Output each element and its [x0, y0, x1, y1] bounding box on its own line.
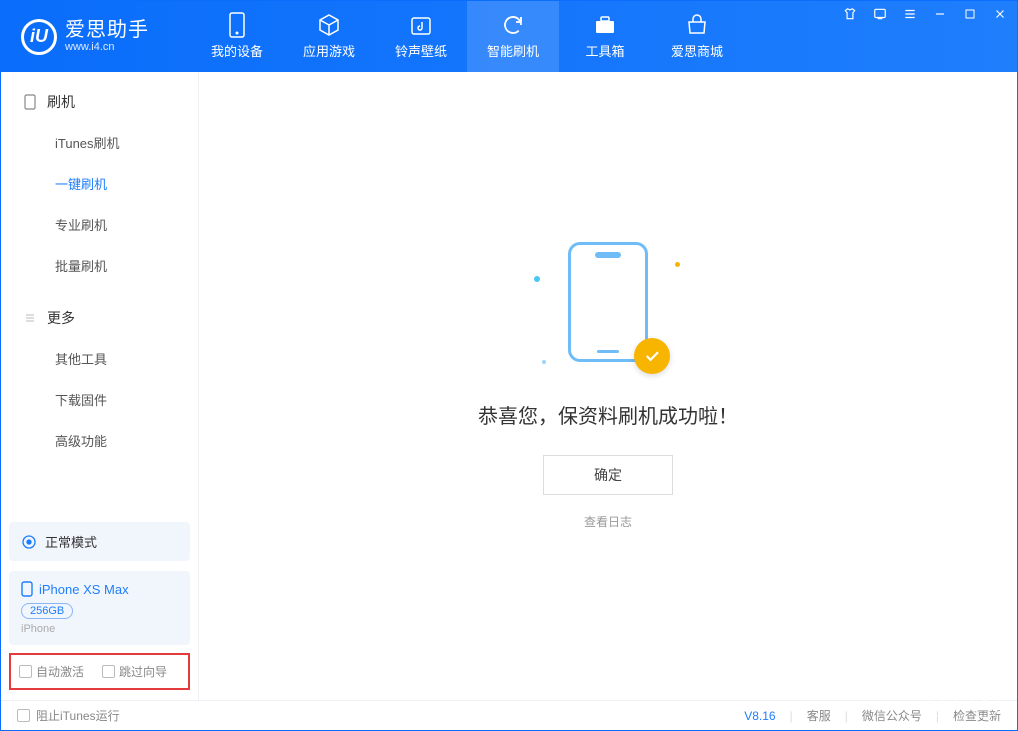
checkmark-badge-icon [634, 338, 670, 374]
maximize-button[interactable] [961, 5, 979, 23]
main-panel: 恭喜您，保资料刷机成功啦！ 确定 查看日志 [199, 72, 1017, 700]
device-name: iPhone XS Max [39, 582, 129, 597]
view-log-link[interactable]: 查看日志 [584, 513, 632, 530]
version-label: V8.16 [744, 709, 775, 723]
cube-icon [317, 13, 341, 37]
sidebar-heading-more: 更多 [1, 302, 198, 338]
heading-label: 刷机 [47, 92, 75, 112]
minimize-button[interactable] [931, 5, 949, 23]
close-button[interactable] [991, 5, 1009, 23]
flash-options-highlight: 自动激活 跳过向导 [9, 653, 190, 690]
tab-toolbox[interactable]: 工具箱 [559, 1, 651, 72]
tab-apps[interactable]: 应用游戏 [283, 1, 375, 72]
body: 刷机 iTunes刷机 一键刷机 专业刷机 批量刷机 更多 其他工具 下载固件 … [1, 72, 1017, 700]
separator: | [790, 709, 793, 723]
sidebar: 刷机 iTunes刷机 一键刷机 专业刷机 批量刷机 更多 其他工具 下载固件 … [1, 72, 199, 700]
sidebar-item-label: 其他工具 [55, 349, 107, 368]
option-label: 阻止iTunes运行 [36, 707, 120, 724]
feedback-icon[interactable] [871, 5, 889, 23]
sidebar-item-oneclick-flash[interactable]: 一键刷机 [1, 163, 198, 204]
checkbox[interactable] [102, 665, 115, 678]
block-itunes-option[interactable]: 阻止iTunes运行 [17, 707, 120, 724]
sidebar-item-label: 一键刷机 [55, 174, 107, 193]
device-status-card[interactable]: 正常模式 [9, 522, 190, 561]
ok-button[interactable]: 确定 [543, 455, 673, 495]
tab-store[interactable]: 爱思商城 [651, 1, 743, 72]
status-icon [21, 534, 37, 550]
sync-icon [501, 13, 525, 37]
tab-label: 应用游戏 [303, 41, 355, 60]
checkbox[interactable] [17, 709, 30, 722]
support-link[interactable]: 客服 [807, 707, 831, 724]
tab-ringtone[interactable]: 铃声壁纸 [375, 1, 467, 72]
device-capacity-badge: 256GB [21, 603, 73, 619]
logo-icon: iU [21, 19, 57, 55]
app-window: iU 爱思助手 www.i4.cn 我的设备 应用游戏 铃声壁纸 智能刷机 [0, 0, 1018, 731]
tab-label: 智能刷机 [487, 41, 539, 60]
device-small-icon [23, 95, 37, 109]
tab-smart-flash[interactable]: 智能刷机 [467, 1, 559, 72]
tab-label: 爱思商城 [671, 41, 723, 60]
tab-label: 工具箱 [585, 41, 624, 60]
logo-text-cn: 爱思助手 [65, 19, 149, 41]
music-folder-icon [409, 13, 433, 37]
window-controls [841, 5, 1009, 23]
sidebar-heading-flash: 刷机 [1, 86, 198, 122]
wechat-link[interactable]: 微信公众号 [862, 707, 922, 724]
toolbox-icon [593, 13, 617, 37]
logo-text-url: www.i4.cn [65, 41, 149, 53]
heading-label: 更多 [47, 308, 75, 328]
sidebar-item-label: 批量刷机 [55, 256, 107, 275]
main-tabs: 我的设备 应用游戏 铃声壁纸 智能刷机 工具箱 爱思商城 [191, 1, 743, 72]
sidebar-item-label: 高级功能 [55, 431, 107, 450]
option-label: 自动激活 [36, 663, 84, 680]
success-illustration [548, 242, 668, 372]
menu-icon[interactable] [901, 5, 919, 23]
sidebar-item-other-tools[interactable]: 其他工具 [1, 338, 198, 379]
shop-icon [685, 13, 709, 37]
device-card[interactable]: iPhone XS Max 256GB iPhone [9, 571, 190, 645]
tab-label: 我的设备 [211, 41, 263, 60]
device-phone-icon [21, 581, 33, 597]
logo: iU 爱思助手 www.i4.cn [21, 19, 191, 55]
checkbox[interactable] [19, 665, 32, 678]
sidebar-item-pro-flash[interactable]: 专业刷机 [1, 204, 198, 245]
status-label: 正常模式 [45, 532, 97, 551]
option-label: 跳过向导 [119, 663, 167, 680]
sidebar-item-label: iTunes刷机 [55, 133, 120, 152]
list-icon [23, 311, 37, 325]
device-type: iPhone [21, 623, 178, 635]
footer: 阻止iTunes运行 V8.16 | 客服 | 微信公众号 | 检查更新 [1, 700, 1017, 730]
success-message: 恭喜您，保资料刷机成功啦！ [478, 400, 738, 429]
phone-illustration [568, 242, 648, 362]
separator: | [845, 709, 848, 723]
sidebar-item-label: 下载固件 [55, 390, 107, 409]
sidebar-item-itunes-flash[interactable]: iTunes刷机 [1, 122, 198, 163]
sidebar-item-firmware[interactable]: 下载固件 [1, 379, 198, 420]
phone-icon [225, 13, 249, 37]
shirt-icon[interactable] [841, 5, 859, 23]
sidebar-item-advanced[interactable]: 高级功能 [1, 420, 198, 461]
sidebar-item-label: 专业刷机 [55, 215, 107, 234]
sidebar-item-batch-flash[interactable]: 批量刷机 [1, 245, 198, 286]
option-auto-activate[interactable]: 自动激活 [19, 663, 84, 680]
option-skip-guide[interactable]: 跳过向导 [102, 663, 167, 680]
tab-my-device[interactable]: 我的设备 [191, 1, 283, 72]
tab-label: 铃声壁纸 [395, 41, 447, 60]
